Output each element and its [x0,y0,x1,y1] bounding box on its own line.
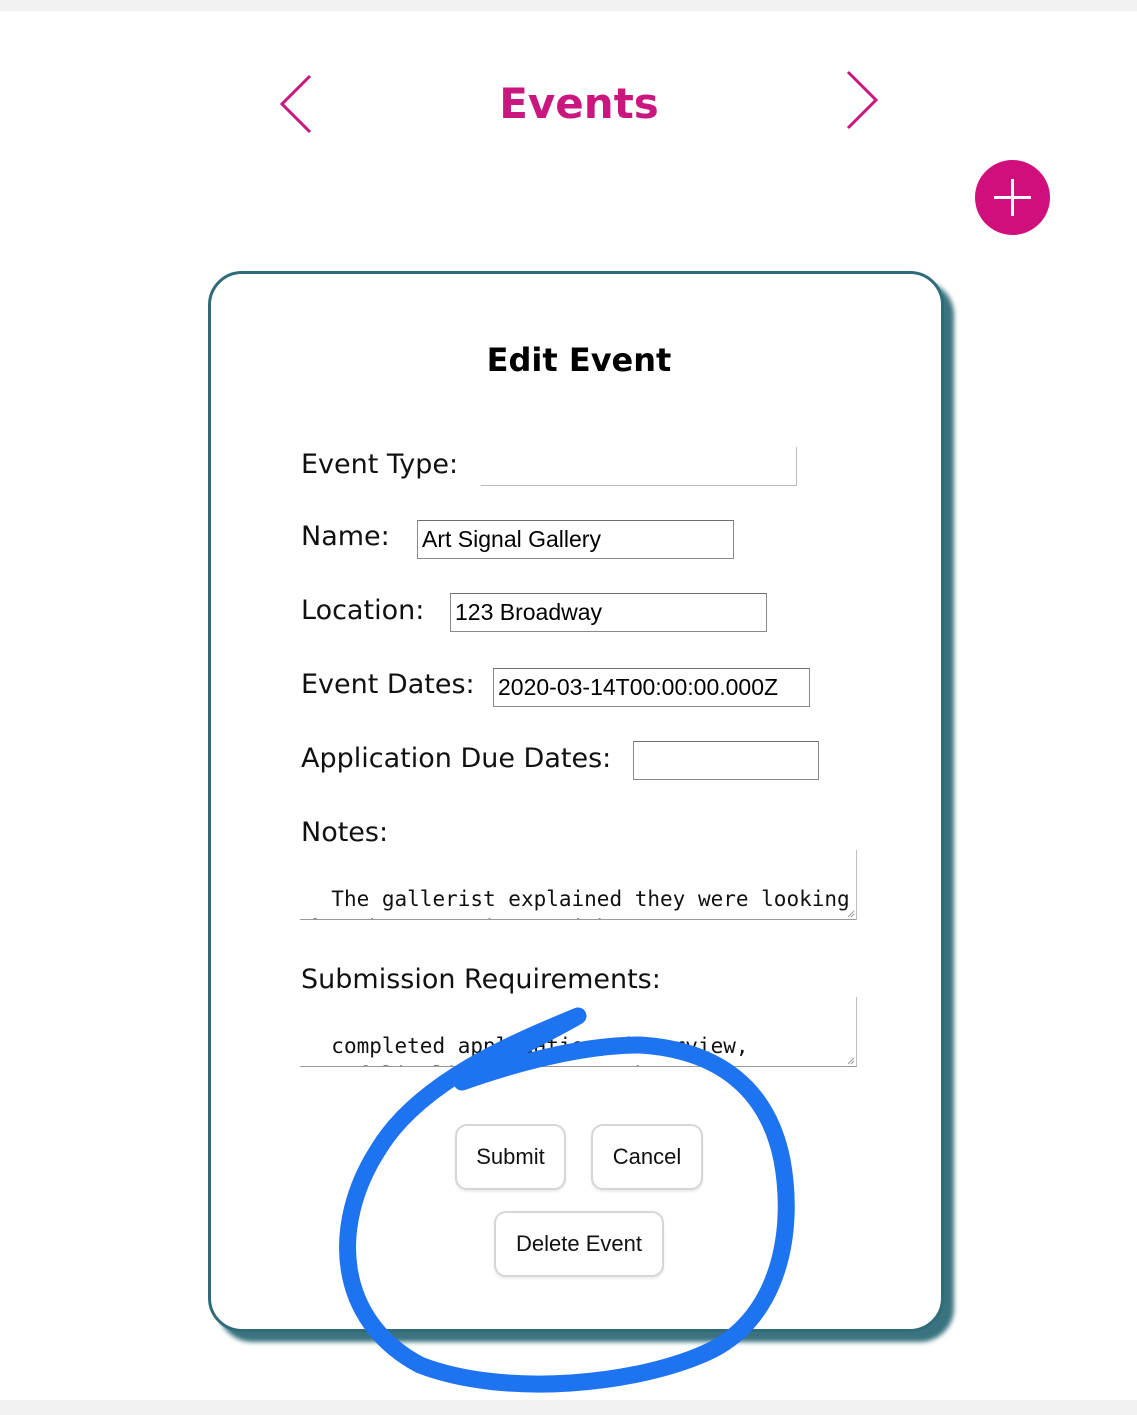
event-type-label: Event Type: [301,449,459,480]
resize-grip-icon[interactable] [846,1056,855,1065]
submit-button[interactable]: Submit [455,1124,566,1190]
notes-text: The gallerist explained they were lookin… [306,887,850,919]
add-event-button[interactable] [975,160,1050,235]
chevron-right-icon[interactable] [840,68,880,132]
bottom-band [0,1400,1137,1415]
event-dates-field[interactable]: 2020-03-14T00:00:00.000Z [493,668,810,707]
page-title: Events [499,79,659,128]
form-title: Edit Event [486,341,672,379]
edit-event-card [208,271,944,1332]
submission-requirements-text: completed application, interview, portfo… [306,1034,749,1066]
notes-textarea[interactable]: The gallerist explained they were lookin… [300,850,857,920]
name-label: Name: [301,521,390,552]
notes-label: Notes: [301,817,389,848]
application-due-dates-field[interactable] [633,741,819,780]
location-label: Location: [301,595,425,626]
event-type-field[interactable] [481,447,797,486]
plus-icon [994,179,1031,216]
location-field[interactable]: 123 Broadway [450,593,767,632]
name-field[interactable]: Art Signal Gallery [417,520,734,559]
cancel-button[interactable]: Cancel [591,1124,703,1190]
top-band [0,0,1137,11]
submission-requirements-label: Submission Requirements: [301,964,661,995]
submission-requirements-textarea[interactable]: completed application, interview, portfo… [300,997,857,1067]
application-due-dates-label: Application Due Dates: [301,743,612,774]
event-dates-label: Event Dates: [301,669,475,700]
resize-grip-icon[interactable] [846,909,855,918]
delete-event-button[interactable]: Delete Event [494,1211,664,1277]
